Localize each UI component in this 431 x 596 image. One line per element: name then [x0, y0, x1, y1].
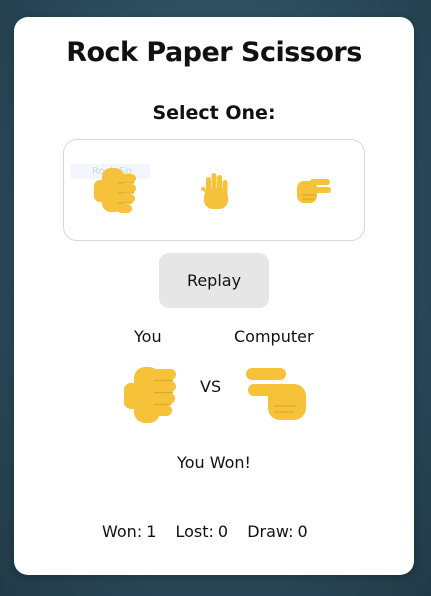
player-pick-fist-icon [122, 363, 178, 425]
select-prompt: Select One: [152, 102, 276, 124]
rock-choice-button[interactable] [92, 166, 138, 216]
result-text: You Won! [177, 453, 251, 472]
raised-hand-icon [200, 172, 232, 210]
paper-choice-button[interactable] [200, 172, 232, 210]
lost-score: Lost: 0 [175, 522, 228, 541]
computer-pick-victory-hand-icon [244, 366, 308, 422]
scissors-choice-button[interactable] [296, 175, 332, 205]
won-score: Won: 1 [102, 522, 156, 541]
replay-button[interactable]: Replay [159, 253, 269, 308]
you-label: You [134, 327, 162, 346]
scoreboard: Won: 1 Lost: 0 Draw: 0 [102, 522, 322, 541]
fist-icon [92, 166, 138, 216]
game-card: Rock Paper Scissors Select One: Rock Sp [14, 17, 414, 575]
won-label: Won: [102, 522, 143, 541]
choices-panel: Rock Sp [63, 139, 365, 241]
computer-label: Computer [234, 327, 314, 346]
victory-hand-icon [296, 175, 332, 205]
lost-label: Lost: [175, 522, 214, 541]
vs-label: VS [200, 377, 222, 396]
won-count: 1 [146, 522, 157, 541]
lost-count: 0 [217, 522, 229, 541]
draw-count: 0 [297, 522, 308, 541]
draw-score: Draw: 0 [247, 522, 308, 541]
draw-label: Draw: [247, 522, 294, 541]
page-title: Rock Paper Scissors [66, 37, 362, 68]
